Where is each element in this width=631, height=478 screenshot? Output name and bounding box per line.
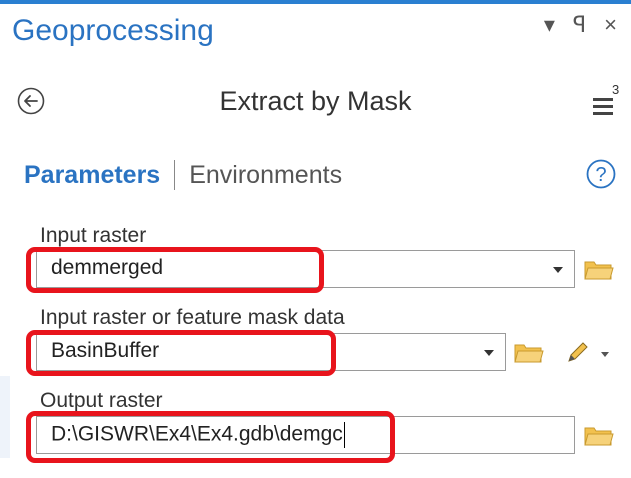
pencil-dropdown-arrow-icon[interactable] [601, 352, 609, 357]
pane-title: Geoprocessing [12, 14, 214, 47]
menu-badge: 3 [612, 82, 619, 97]
pencil-icon[interactable] [565, 339, 591, 365]
tool-title: Extract by Mask [219, 86, 412, 116]
svg-text:?: ? [595, 164, 606, 186]
highlight-output-raster [26, 411, 395, 463]
pane-controls: ▾ ꟼ × [544, 12, 617, 38]
folder-icon[interactable] [584, 258, 614, 280]
help-icon[interactable]: ? [585, 158, 617, 190]
tab-environments[interactable]: Environments [189, 161, 342, 190]
menu-icon: 3 [593, 82, 619, 115]
tool-menu-button[interactable]: 3 [587, 82, 621, 122]
tab-bar: Parameters Environments [24, 160, 342, 190]
pane-top-border [0, 0, 631, 4]
tab-parameters[interactable]: Parameters [24, 161, 160, 190]
geoprocessing-pane: Geoprocessing ▾ ꟼ × Extract by Mask 3 Pa… [0, 0, 631, 478]
dropdown-arrow-icon[interactable] [553, 267, 563, 273]
highlight-mask-data [26, 330, 336, 376]
close-icon[interactable]: × [604, 12, 617, 38]
active-parameter-indicator [0, 376, 10, 458]
dropdown-arrow-icon[interactable] [484, 350, 494, 356]
tab-separator [174, 160, 176, 190]
pane-options-dropdown-icon[interactable]: ▾ [544, 12, 555, 38]
mask-data-label: Input raster or feature mask data [40, 306, 345, 329]
input-raster-label: Input raster [40, 224, 147, 247]
folder-icon[interactable] [584, 424, 614, 446]
pin-icon[interactable]: ꟼ [573, 12, 586, 38]
output-raster-label: Output raster [40, 389, 163, 412]
highlight-input-raster [26, 247, 324, 293]
folder-icon[interactable] [514, 341, 544, 363]
